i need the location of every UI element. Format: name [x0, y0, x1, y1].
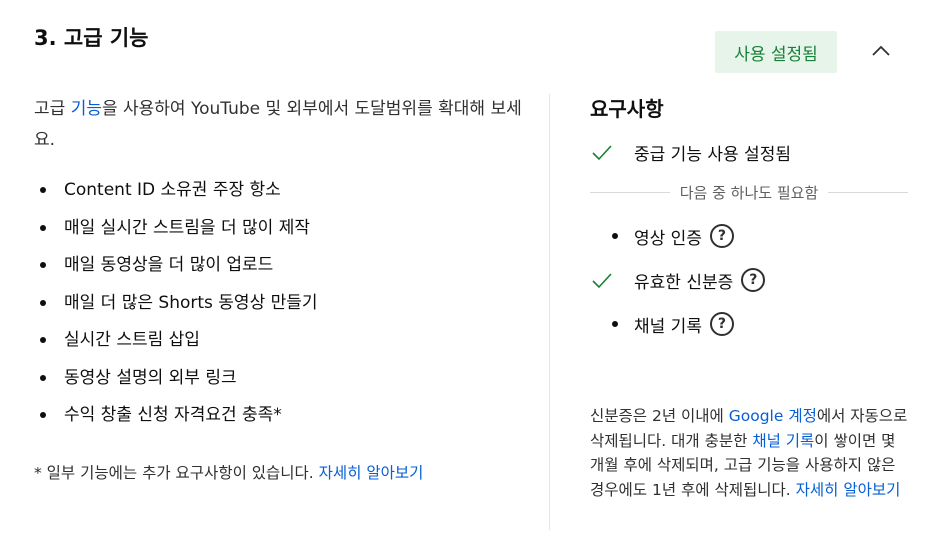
google-account-link[interactable]: Google 계정: [729, 407, 817, 425]
channel-history-link[interactable]: 채널 기록: [752, 432, 814, 450]
intro-text: 고급 기능을 사용하여 YouTube 및 외부에서 도달범위를 확대해 보세요…: [34, 99, 522, 150]
list-item: 매일 실시간 스트림을 더 많이 제작: [34, 216, 524, 254]
list-item: 수익 창출 신청 자격요건 충족*: [34, 403, 524, 441]
requirement-main: 중급 기능 사용 설정됨: [590, 136, 908, 168]
status-badge: 사용 설정됨: [715, 31, 837, 73]
list-item: 매일 동영상을 더 많이 업로드: [34, 253, 524, 291]
option-label: 영상 인증: [634, 228, 702, 249]
requirement-option: 유효한 신분증 ?: [590, 264, 908, 296]
footnote: * 일부 기능에는 추가 요구사항이 있습니다. 자세히 알아보기: [34, 464, 424, 482]
requirement-label: 중급 기능 사용 설정됨: [634, 144, 791, 165]
checkmark-icon: [590, 142, 620, 162]
feature-list: Content ID 소유권 주장 항소 매일 실시간 스트림을 더 많이 제작…: [34, 178, 524, 441]
list-item: 매일 더 많은 Shorts 동영상 만들기: [34, 291, 524, 329]
bullet-dot: [590, 321, 620, 327]
list-item: 동영상 설명의 외부 링크: [34, 366, 524, 404]
requirements-title: 요구사항: [590, 97, 664, 121]
checkmark-icon: [590, 270, 620, 290]
requirement-option: 채널 기록 ?: [590, 308, 908, 340]
learn-more-link[interactable]: 자세히 알아보기: [319, 464, 424, 482]
section-title: 3. 고급 기능: [34, 26, 149, 50]
learn-more-link[interactable]: 자세히 알아보기: [796, 481, 901, 499]
chevron-up-icon: [872, 45, 890, 56]
separator: 다음 중 하나도 필요함: [590, 176, 908, 208]
list-item: Content ID 소유권 주장 항소: [34, 178, 524, 216]
option-label: 채널 기록: [634, 316, 702, 337]
vertical-divider: [549, 94, 550, 530]
requirements-panel: 요구사항 중급 기능 사용 설정됨 다음 중 하나도 필요함 영상 인증 ? 유…: [590, 94, 908, 340]
requirement-option: 영상 인증 ?: [590, 220, 908, 252]
features-panel: 고급 기능을 사용하여 YouTube 및 외부에서 도달범위를 확대해 보세요…: [34, 94, 524, 441]
option-label: 유효한 신분증: [634, 272, 734, 293]
collapse-button[interactable]: [870, 40, 892, 62]
help-circle-icon[interactable]: ?: [741, 268, 766, 292]
bullet-dot: [590, 233, 620, 239]
id-deletion-info: 신분증은 2년 이내에 Google 계정에서 자동으로 삭제됩니다. 대개 충…: [590, 407, 908, 499]
help-circle-icon[interactable]: ?: [709, 224, 734, 248]
list-item: 실시간 스트림 삽입: [34, 328, 524, 366]
help-circle-icon[interactable]: ?: [709, 312, 734, 336]
features-link[interactable]: 기능: [71, 99, 102, 119]
